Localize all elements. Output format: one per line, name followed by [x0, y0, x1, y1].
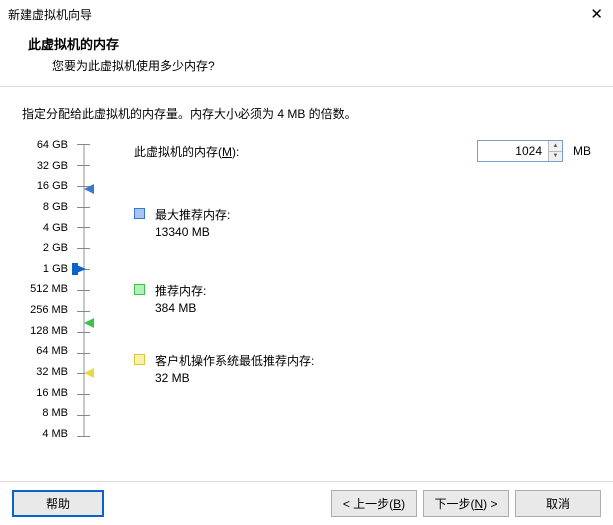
memory-unit: MB: [573, 144, 591, 158]
square-green-icon: [134, 284, 145, 295]
scale-label: 8 MB: [22, 408, 68, 419]
rec-title: 推荐内存:: [155, 282, 206, 299]
scale-label: 128 MB: [22, 326, 68, 337]
titlebar: 新建虚拟机向导 ✕: [0, 0, 613, 28]
slider-track[interactable]: [74, 140, 94, 440]
next-button[interactable]: 下一步(N) >: [423, 490, 509, 517]
button-bar: 帮助 < 上一步(B) 下一步(N) > 取消: [0, 481, 613, 525]
scale-label: 8 GB: [22, 202, 68, 213]
min-rec-title: 客户机操作系统最低推荐内存:: [155, 352, 314, 369]
memory-info: 此虚拟机的内存(M): ▲ ▼ MB 最大推荐内存: 13340 MB: [104, 140, 591, 440]
recommended: 推荐内存: 384 MB: [134, 282, 206, 315]
wizard-header: 此虚拟机的内存 您要为此虚拟机使用多少内存?: [0, 28, 613, 87]
scale-label: 4 MB: [22, 429, 68, 440]
square-blue-icon: [134, 208, 145, 219]
help-button[interactable]: 帮助: [12, 490, 104, 517]
scale-label: 64 MB: [22, 346, 68, 357]
scale-label: 16 MB: [22, 388, 68, 399]
slider-scale-labels: 64 GB 32 GB 16 GB 8 GB 4 GB 2 GB 1 GB 512 MB 256…: [22, 140, 68, 440]
square-yellow-icon: [134, 354, 145, 365]
cancel-button[interactable]: 取消: [515, 490, 601, 517]
memory-input-label: 此虚拟机的内存(M):: [134, 143, 239, 160]
page-title: 此虚拟机的内存: [28, 34, 595, 53]
min-rec-value: 32 MB: [155, 371, 314, 385]
scale-label: 32 GB: [22, 161, 68, 172]
memory-spinbox[interactable]: ▲ ▼: [477, 140, 563, 162]
scale-label: 4 GB: [22, 223, 68, 234]
scale-label: 512 MB: [22, 284, 68, 295]
min-recommended: 客户机操作系统最低推荐内存: 32 MB: [134, 352, 314, 385]
rec-value: 384 MB: [155, 301, 206, 315]
slider-thumb[interactable]: [72, 263, 86, 275]
scale-label: 1 GB: [22, 264, 68, 275]
back-button[interactable]: < 上一步(B): [331, 490, 417, 517]
wizard-body: 指定分配给此虚拟机的内存量。内存大小必须为 4 MB 的倍数。 64 GB 32 …: [0, 87, 613, 450]
window-title: 新建虚拟机向导: [8, 6, 92, 23]
max-rec-value: 13340 MB: [155, 225, 230, 239]
marker-min-icon: [84, 368, 94, 378]
description-text: 指定分配给此虚拟机的内存量。内存大小必须为 4 MB 的倍数。: [22, 105, 591, 122]
marker-max-icon: [84, 184, 94, 194]
scale-label: 16 GB: [22, 181, 68, 192]
scale-label: 256 MB: [22, 305, 68, 316]
scale-label: 2 GB: [22, 243, 68, 254]
spin-down-icon[interactable]: ▼: [549, 152, 562, 162]
marker-rec-icon: [84, 318, 94, 328]
max-recommended: 最大推荐内存: 13340 MB: [134, 206, 230, 239]
scale-label: 32 MB: [22, 367, 68, 378]
scale-label: 64 GB: [22, 140, 68, 151]
page-subtitle: 您要为此虚拟机使用多少内存?: [28, 57, 595, 74]
close-icon[interactable]: ✕: [590, 5, 603, 23]
memory-input[interactable]: [478, 141, 548, 161]
max-rec-title: 最大推荐内存:: [155, 206, 230, 223]
spin-up-icon[interactable]: ▲: [549, 141, 562, 152]
memory-slider[interactable]: 64 GB 32 GB 16 GB 8 GB 4 GB 2 GB 1 GB 512 MB 256…: [22, 140, 94, 440]
